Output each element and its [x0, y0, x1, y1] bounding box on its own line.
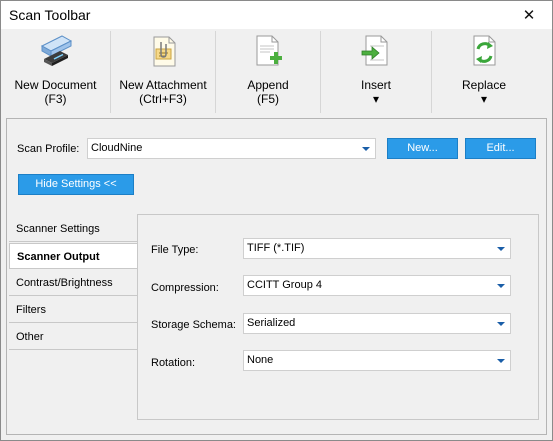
rotation-label: Rotation:	[151, 357, 196, 369]
compression-label: Compression:	[151, 282, 219, 294]
tab-filters[interactable]: Filters	[9, 297, 137, 323]
append-label: Append	[247, 78, 289, 92]
chevron-down-icon	[497, 359, 505, 363]
append-shortcut: (F5)	[257, 92, 279, 106]
file-type-select[interactable]: TIFF (*.TIF)	[243, 238, 511, 259]
storage-schema-value: Serialized	[247, 317, 296, 329]
tab-other[interactable]: Other	[9, 324, 137, 350]
compression-value: CCITT Group 4	[247, 279, 322, 291]
insert-dropdown-arrow: ▾	[372, 92, 380, 106]
chevron-down-icon	[497, 322, 505, 326]
new-document-shortcut: (F3)	[44, 92, 67, 106]
insert-document-icon	[361, 35, 388, 66]
tab-scanner-output[interactable]: Scanner Output	[9, 243, 137, 269]
title-bar: Scan Toolbar ✕	[1, 1, 552, 29]
tab-contrast-brightness[interactable]: Contrast/Brightness	[9, 270, 137, 296]
attachment-icon	[153, 36, 176, 67]
append-button[interactable]: Append (F5)	[216, 29, 320, 116]
chevron-down-icon	[497, 284, 505, 288]
close-icon[interactable]: ✕	[506, 1, 552, 29]
scan-profile-select[interactable]: CloudNine	[87, 138, 376, 159]
compression-select[interactable]: CCITT Group 4	[243, 275, 511, 296]
scanner-icon	[40, 35, 72, 66]
insert-button[interactable]: Insert ▾	[321, 29, 431, 116]
tab-scanner-settings[interactable]: Scanner Settings	[9, 216, 137, 242]
chevron-down-icon	[362, 147, 370, 151]
storage-schema-select[interactable]: Serialized	[243, 313, 511, 334]
new-attachment-button[interactable]: New Attachment (Ctrl+F3)	[111, 29, 215, 116]
replace-label: Replace	[461, 78, 507, 92]
hide-settings-button[interactable]: Hide Settings <<	[18, 174, 134, 195]
new-attachment-label: New Attachment	[119, 78, 207, 92]
new-profile-button[interactable]: New...	[387, 138, 458, 159]
new-document-button[interactable]: New Document (F3)	[1, 29, 110, 116]
replace-dropdown-arrow: ▾	[480, 92, 488, 106]
file-type-label: File Type:	[151, 244, 199, 256]
file-type-value: TIFF (*.TIF)	[247, 242, 305, 254]
window-title: Scan Toolbar	[9, 7, 91, 23]
replace-button[interactable]: Replace ▾	[432, 29, 536, 116]
insert-label: Insert	[360, 78, 391, 92]
edit-profile-button[interactable]: Edit...	[465, 138, 536, 159]
new-attachment-shortcut: (Ctrl+F3)	[139, 92, 187, 106]
scan-toolbar-window: Scan Toolbar ✕ New Document (F3) New Att…	[0, 0, 553, 441]
storage-schema-label: Storage Schema:	[151, 319, 236, 331]
scan-profile-value: CloudNine	[91, 142, 143, 154]
rotation-value: None	[247, 354, 274, 366]
append-document-icon	[256, 35, 282, 66]
new-document-label: New Document	[14, 78, 97, 92]
toolbar: New Document (F3) New Attachment (Ctrl+F…	[1, 29, 552, 116]
replace-document-icon	[473, 35, 496, 66]
chevron-down-icon	[497, 247, 505, 251]
rotation-select[interactable]: None	[243, 350, 511, 371]
scan-profile-label: Scan Profile:	[17, 143, 80, 155]
